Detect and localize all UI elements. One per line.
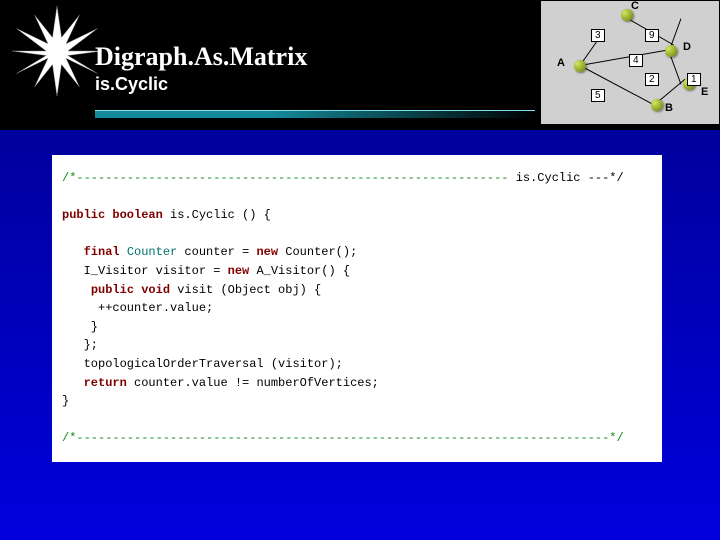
code-line: /*--------------------------------------… — [62, 169, 652, 188]
node-label-c: C — [631, 0, 639, 12]
edge-weight: 4 — [629, 54, 643, 67]
code-line — [62, 411, 652, 430]
code-line: ++counter.value; — [62, 299, 652, 318]
code-line: public void visit (Object obj) { — [62, 281, 652, 300]
graph-node — [665, 45, 677, 57]
code-line: public boolean is.Cyclic () { — [62, 206, 652, 225]
title-block: Digraph.As.Matrix is.Cyclic — [95, 42, 307, 95]
code-line: } — [62, 392, 652, 411]
node-label-b: B — [665, 102, 673, 114]
node-label-d: D — [683, 41, 691, 53]
header-divider — [95, 110, 535, 118]
edge-weight: 1 — [687, 73, 701, 86]
code-line: }; — [62, 336, 652, 355]
code-line: /*--------------------------------------… — [62, 429, 652, 448]
code-line: } — [62, 318, 652, 337]
code-line: final Counter counter = new Counter(); — [62, 243, 652, 262]
starburst-icon — [12, 6, 102, 96]
code-line — [62, 188, 652, 207]
page-subtitle: is.Cyclic — [95, 74, 307, 95]
code-line: return counter.value != numberOfVertices… — [62, 374, 652, 393]
slide-header: Digraph.As.Matrix is.Cyclic A C D B E 3 … — [0, 0, 720, 130]
node-label-a: A — [557, 57, 565, 69]
code-line — [62, 225, 652, 244]
code-listing: /*--------------------------------------… — [52, 155, 662, 462]
edge-weight: 3 — [591, 29, 605, 42]
page-title: Digraph.As.Matrix — [95, 42, 307, 72]
graph-thumbnail: A C D B E 3 9 4 2 1 5 — [540, 0, 720, 125]
graph-node — [651, 99, 663, 111]
edge-weight: 9 — [645, 29, 659, 42]
edge-weight: 5 — [591, 89, 605, 102]
edge-weight: 2 — [645, 73, 659, 86]
graph-node — [574, 60, 586, 72]
code-line: topologicalOrderTraversal (visitor); — [62, 355, 652, 374]
code-line: I_Visitor visitor = new A_Visitor() { — [62, 262, 652, 281]
node-label-e: E — [701, 86, 708, 98]
